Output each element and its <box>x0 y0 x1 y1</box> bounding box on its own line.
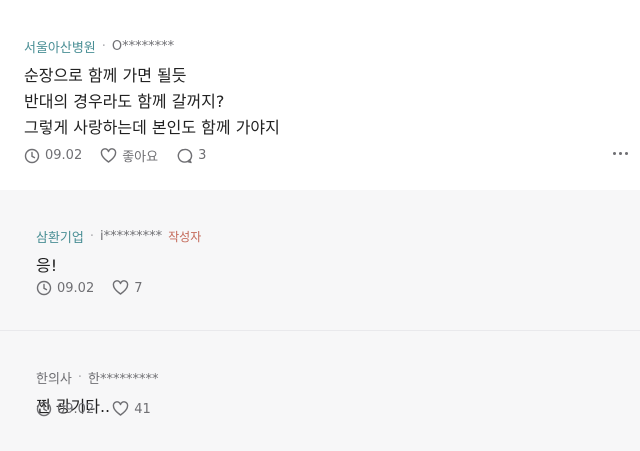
date-text: 09.02 <box>45 148 83 163</box>
like-button[interactable]: 좋아요 <box>100 146 158 165</box>
author-badge: 작성자 <box>168 229 202 244</box>
post-line: 반대의 경우라도 함께 갈꺼지? <box>24 92 225 111</box>
separator-dot: · <box>89 228 94 244</box>
reply-actions: 09.02 7 <box>36 280 161 296</box>
heart-icon <box>112 401 129 416</box>
like-button[interactable]: 41 <box>112 401 151 417</box>
reply-user: i********* <box>99 228 163 244</box>
post-actions: 09.02 좋아요 3 <box>24 146 224 165</box>
heart-icon <box>112 280 129 295</box>
post-date: 09.02 <box>24 148 82 164</box>
clock-icon <box>36 401 52 417</box>
reply-date: 09.02 <box>36 280 94 296</box>
clock-icon <box>36 280 52 296</box>
like-button[interactable]: 7 <box>112 280 143 296</box>
comment-button[interactable]: 3 <box>176 148 206 164</box>
heart-icon <box>100 147 117 163</box>
reply-company[interactable]: 한의사 <box>36 368 72 387</box>
reply-meta: 삼환기업 · i********* 작성자 <box>36 227 640 246</box>
reply-meta: 한의사 · 한********* <box>36 368 640 387</box>
like-count: 7 <box>134 280 143 296</box>
separator-dot: · <box>77 369 83 385</box>
post-line: 순장으로 함께 가면 될듯 <box>24 66 187 85</box>
post-company[interactable]: 서울아산병원 <box>24 37 96 56</box>
post-body: 순장으로 함께 가면 될듯 반대의 경우라도 함께 갈꺼지? 그렇게 사랑하는데… <box>24 63 640 141</box>
comment-bubble-icon <box>177 148 193 163</box>
separator-dot: · <box>101 38 106 54</box>
post: 서울아산병원 · O******** 순장으로 함께 가면 될듯 반대의 경우라… <box>0 0 640 190</box>
comment-count: 3 <box>198 148 207 163</box>
post-user: O******** <box>111 38 175 54</box>
reply-user: 한********* <box>88 371 159 387</box>
like-label: 좋아요 <box>122 150 159 165</box>
reply-body: 응! <box>36 256 58 275</box>
reply-date: 09.02 <box>36 401 94 417</box>
like-count: 41 <box>134 401 151 417</box>
post-meta: 서울아산병원 · O******** <box>24 37 640 56</box>
post-line: 그렇게 사랑하는데 본인도 함께 가야지 <box>24 118 280 137</box>
reply-actions: 09.02 41 <box>36 401 169 417</box>
clock-icon <box>24 148 40 163</box>
date-text: 09.02 <box>57 280 95 296</box>
date-text: 09.02 <box>57 401 95 417</box>
reply-company[interactable]: 삼환기업 <box>36 227 84 246</box>
reply-item: 한의사 · 한********* 찐 광기다.. 09.02 41 <box>0 331 640 451</box>
more-dots-icon[interactable] <box>613 152 628 155</box>
reply-item: 삼환기업 · i********* 작성자 응! 09.02 7 <box>0 190 640 331</box>
